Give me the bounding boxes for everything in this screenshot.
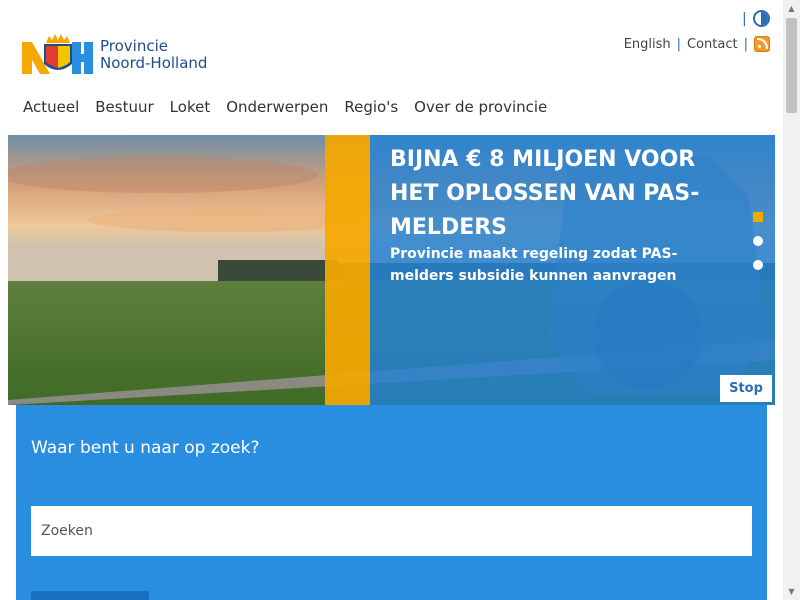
link-contact[interactable]: Contact: [687, 37, 738, 52]
logo-text: Provincie Noord-Holland: [100, 38, 207, 72]
nav-item-bestuur[interactable]: Bestuur: [95, 98, 153, 116]
scroll-down-icon[interactable]: ▼: [783, 583, 800, 600]
utility-links: English | Contact |: [624, 36, 770, 52]
nav-item-regios[interactable]: Regio's: [344, 98, 398, 116]
contrast-icon[interactable]: [752, 10, 770, 27]
page-scrollbar[interactable]: ▲ ▼: [783, 0, 800, 600]
logo-mark-icon: [22, 34, 93, 74]
search-panel: Waar bent u naar op zoek?: [16, 405, 767, 600]
main-nav: Actueel Bestuur Loket Onderwerpen Regio'…: [23, 98, 547, 116]
logo-line-1: Provincie: [100, 37, 168, 55]
carousel-dot-3[interactable]: [753, 260, 763, 270]
separator: |: [742, 10, 747, 27]
carousel-stop-button[interactable]: Stop: [720, 375, 772, 402]
carousel-dot-1[interactable]: [753, 212, 763, 222]
hero-subtitle[interactable]: Provincie maakt regeling zodat PAS-melde…: [390, 243, 690, 287]
contrast-toggle[interactable]: |: [742, 10, 770, 27]
nav-item-loket[interactable]: Loket: [170, 98, 211, 116]
hero-title[interactable]: BIJNA € 8 MILJOEN VOOR HET OPLOSSEN VAN …: [390, 143, 750, 245]
scroll-thumb[interactable]: [786, 18, 797, 113]
search-button[interactable]: [31, 591, 149, 600]
scroll-up-icon[interactable]: ▲: [783, 0, 800, 17]
carousel-dot-2[interactable]: [753, 236, 763, 246]
search-heading: Waar bent u naar op zoek?: [31, 438, 260, 458]
site-logo[interactable]: Provincie Noord-Holland: [22, 34, 207, 76]
nav-item-over-de-provincie[interactable]: Over de provincie: [414, 98, 547, 116]
nav-item-onderwerpen[interactable]: Onderwerpen: [226, 98, 328, 116]
separator: |: [676, 36, 682, 52]
search-input[interactable]: [31, 506, 752, 556]
logo-line-2: Noord-Holland: [100, 54, 208, 72]
carousel-dots: [753, 212, 763, 270]
nav-item-actueel[interactable]: Actueel: [23, 98, 79, 116]
separator: |: [743, 36, 748, 52]
link-english[interactable]: English: [624, 37, 671, 52]
hero-accent-bar: [325, 135, 370, 405]
rss-icon[interactable]: [754, 36, 770, 52]
hero-carousel: BIJNA € 8 MILJOEN VOOR HET OPLOSSEN VAN …: [8, 135, 775, 405]
